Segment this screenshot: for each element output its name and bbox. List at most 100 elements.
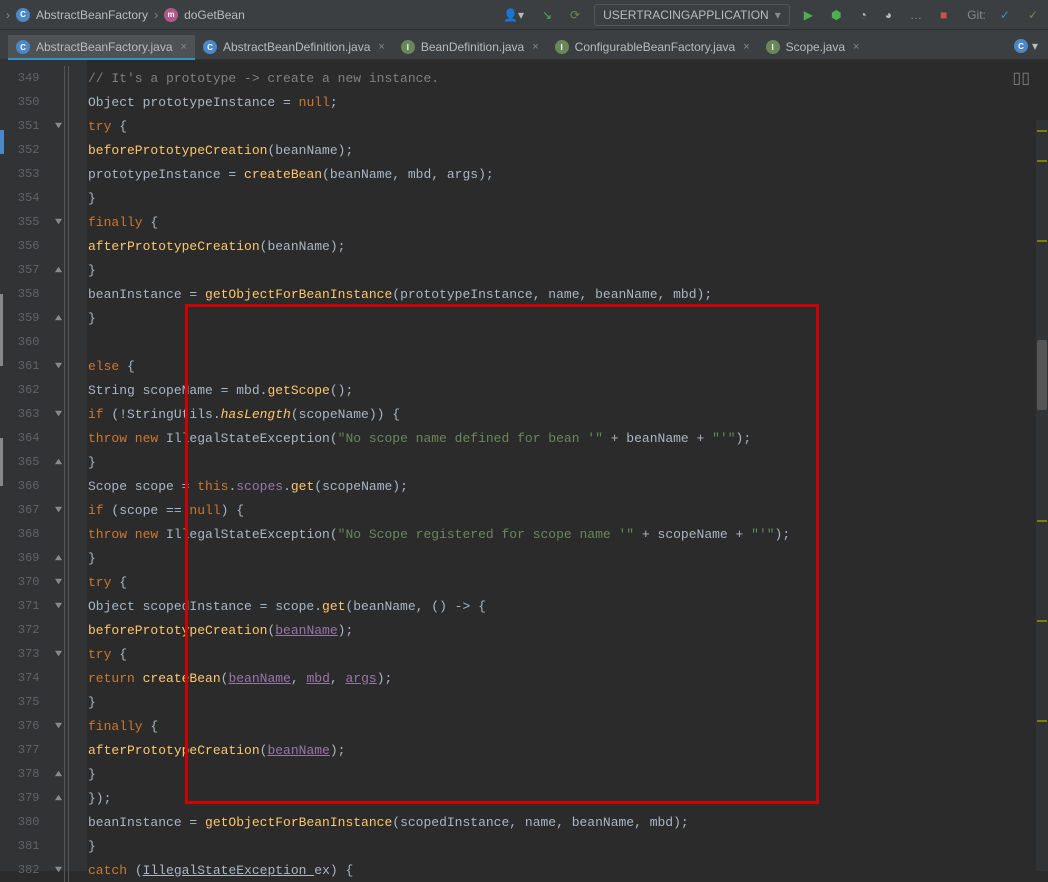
fold-icon[interactable] [54,649,63,658]
close-icon[interactable]: × [532,41,538,53]
fold-up-icon[interactable] [54,265,63,274]
class-icon: C [203,40,217,54]
breadcrumb: › C AbstractBeanFactory › m doGetBean [6,8,245,22]
fold-icon[interactable] [54,505,63,514]
code-line: } [88,690,1048,714]
editor-scrollbar[interactable] [1036,120,1048,871]
user-icon[interactable]: 👤▾ [499,8,528,22]
breadcrumb-method[interactable]: doGetBean [184,8,245,22]
line-number: 349 [0,71,46,85]
code-area[interactable]: // It's a prototype -> create a new inst… [88,60,1048,871]
chevron-right-icon: › [6,8,10,22]
tab-label: BeanDefinition.java [421,40,524,54]
close-icon[interactable]: × [853,41,859,53]
line-number: 361 [0,359,46,373]
code-line: String scopeName = mbd.getScope(); [88,378,1048,402]
navigation-toolbar: › C AbstractBeanFactory › m doGetBean 👤▾… [0,0,1048,30]
stop-icon[interactable]: ■ [936,8,951,22]
scroll-marker [1037,240,1047,242]
debug-icon[interactable]: ⬢ [827,8,845,22]
tab-scope[interactable]: I Scope.java × [758,35,868,59]
tab-abstractbeandefinition[interactable]: C AbstractBeanDefinition.java × [195,35,393,59]
line-number: 362 [0,383,46,397]
line-number: 370 [0,575,46,589]
git-label: Git: [967,8,986,22]
breadcrumb-class[interactable]: AbstractBeanFactory [36,8,148,22]
attach-icon[interactable]: … [906,8,926,22]
fold-up-icon[interactable] [54,313,63,322]
gutter[interactable]: 349 350 351 352 353 354 355 356 357 358 … [0,60,88,871]
code-line [88,330,1048,354]
scroll-marker [1037,620,1047,622]
code-line: afterPrototypeCreation(beanName); [88,234,1048,258]
tab-label: Scope.java [786,40,845,54]
fold-icon[interactable] [54,217,63,226]
code-line: Object prototypeInstance = null; [88,90,1048,114]
editor[interactable]: ▯▯ 349 350 351 352 353 354 355 356 357 3… [0,60,1048,871]
class-icon: C [16,8,30,22]
git-update-icon[interactable]: ✓ [996,8,1014,22]
fold-up-icon[interactable] [54,769,63,778]
class-icon: C [1014,39,1028,53]
fold-up-icon[interactable] [54,553,63,562]
code-line: } [88,546,1048,570]
profiler-icon[interactable]: ◕ [881,8,896,22]
tab-abstractbeanfactory[interactable]: C AbstractBeanFactory.java × [8,35,195,59]
fold-up-icon[interactable] [54,793,63,802]
code-line: beanInstance = getObjectForBeanInstance(… [88,282,1048,306]
tab-label: AbstractBeanFactory.java [36,40,173,54]
reload-icon[interactable]: ⟳ [566,8,584,22]
fold-icon[interactable] [54,577,63,586]
tab-label: ConfigurableBeanFactory.java [575,40,736,54]
line-number: 379 [0,791,46,805]
coverage-icon[interactable]: ◔ [855,8,870,22]
line-number: 352 [0,143,46,157]
scroll-marker [1037,720,1047,722]
code-line: catch (IllegalStateException ex) { [88,858,1048,882]
close-icon[interactable]: × [181,41,187,53]
line-number: 374 [0,671,46,685]
fold-icon[interactable] [54,721,63,730]
line-number: 363 [0,407,46,421]
code-line: Object scopedInstance = scope.get(beanNa… [88,594,1048,618]
code-line: beforePrototypeCreation(beanName); [88,618,1048,642]
close-icon[interactable]: × [743,41,749,53]
chevron-right-icon: › [154,8,158,22]
fold-icon[interactable] [54,409,63,418]
line-number: 371 [0,599,46,613]
line-number: 357 [0,263,46,277]
scroll-marker [1037,160,1047,162]
run-icon[interactable]: ▶ [800,8,817,22]
scroll-thumb[interactable] [1037,340,1047,410]
line-number: 358 [0,287,46,301]
fold-icon[interactable] [54,121,63,130]
fold-icon[interactable] [54,601,63,610]
close-icon[interactable]: × [378,41,384,53]
run-configuration-dropdown[interactable]: USERTRACINGAPPLICATION ▾ [594,4,790,26]
code-line: }); [88,786,1048,810]
code-line: if (!StringUtils.hasLength(scopeName)) { [88,402,1048,426]
line-number: 355 [0,215,46,229]
code-line: prototypeInstance = createBean(beanName,… [88,162,1048,186]
code-line: finally { [88,714,1048,738]
line-number: 354 [0,191,46,205]
line-number: 360 [0,335,46,349]
line-number: 365 [0,455,46,469]
code-line: afterPrototypeCreation(beanName); [88,738,1048,762]
interface-icon: I [555,40,569,54]
fold-icon[interactable] [54,865,63,874]
line-number: 378 [0,767,46,781]
line-number: 350 [0,95,46,109]
line-number: 372 [0,623,46,637]
run-config-label: USERTRACINGAPPLICATION [603,8,769,22]
line-number: 368 [0,527,46,541]
fold-icon[interactable] [54,361,63,370]
more-tabs-button[interactable]: C ▾ [1004,33,1048,59]
fold-up-icon[interactable] [54,457,63,466]
tab-configurablebeanfactory[interactable]: I ConfigurableBeanFactory.java × [547,35,758,59]
git-commit-icon[interactable]: ✓ [1024,8,1042,22]
hammer-icon[interactable]: ↘ [538,8,556,22]
line-number: 369 [0,551,46,565]
tab-beandefinition[interactable]: I BeanDefinition.java × [393,35,547,59]
code-line: } [88,258,1048,282]
